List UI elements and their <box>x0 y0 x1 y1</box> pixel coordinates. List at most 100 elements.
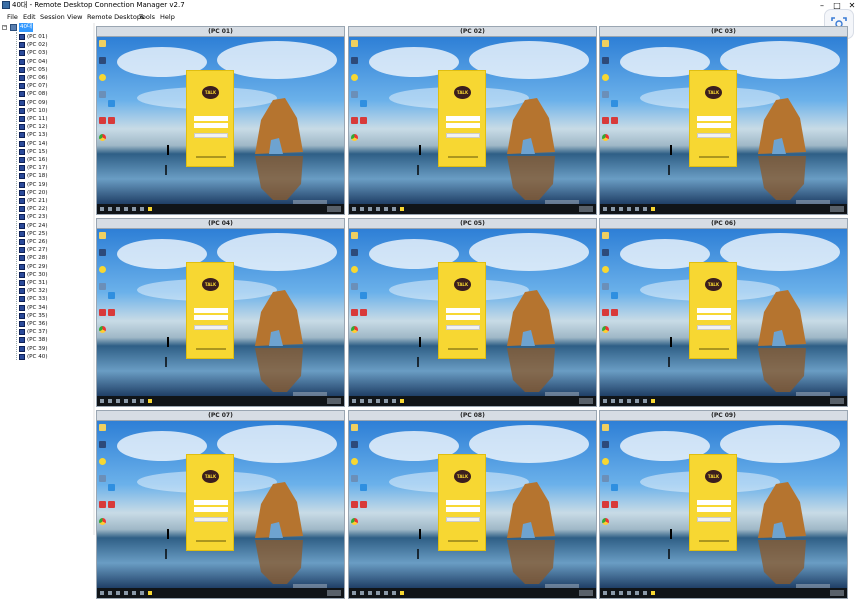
desktop-app-icon[interactable] <box>99 309 106 316</box>
kakaotalk-taskbar-icon[interactable] <box>651 591 655 595</box>
taskview-icon[interactable] <box>116 399 120 403</box>
remote-session-thumbnail[interactable]: (PC 07) TALK <box>96 410 345 599</box>
store-icon[interactable] <box>140 399 144 403</box>
remote-session-thumbnail[interactable]: (PC 02) TALK <box>348 26 597 215</box>
kakao-login-button[interactable] <box>194 517 228 522</box>
search-icon[interactable] <box>611 399 615 403</box>
remote-session-thumbnail[interactable]: (PC 01) TALK <box>96 26 345 215</box>
kakaotalk-taskbar-icon[interactable] <box>400 399 404 403</box>
desktop-app-icon[interactable] <box>99 57 106 64</box>
desktop-app-icon[interactable] <box>99 117 106 124</box>
search-icon[interactable] <box>611 591 615 595</box>
kakao-id-field[interactable] <box>697 308 731 313</box>
search-icon[interactable] <box>108 207 112 211</box>
kakaotalk-shortcut-icon[interactable] <box>351 458 358 465</box>
kakao-footer-links[interactable] <box>196 540 226 542</box>
desktop-app-icon[interactable] <box>360 501 367 508</box>
desktop-app-icon[interactable] <box>611 292 618 299</box>
kakao-password-field[interactable] <box>194 123 228 128</box>
kakao-password-field[interactable] <box>446 123 480 128</box>
start-icon[interactable] <box>100 591 104 595</box>
start-icon[interactable] <box>352 399 356 403</box>
kakao-login-button[interactable] <box>697 517 731 522</box>
desktop-app-icon[interactable] <box>99 475 106 482</box>
kakao-id-field[interactable] <box>194 308 228 313</box>
remote-session-thumbnail[interactable]: (PC 05) TALK <box>348 218 597 407</box>
desktop-app-icon[interactable] <box>360 100 367 107</box>
desktop-app-icon[interactable] <box>611 309 618 316</box>
start-icon[interactable] <box>352 207 356 211</box>
kakao-password-field[interactable] <box>194 507 228 512</box>
kakaotalk-taskbar-icon[interactable] <box>651 399 655 403</box>
edge-icon[interactable] <box>627 399 631 403</box>
desktop-app-icon[interactable] <box>351 57 358 64</box>
menu-session[interactable]: Session <box>40 11 65 23</box>
kakao-password-field[interactable] <box>697 315 731 320</box>
kakao-password-field[interactable] <box>697 123 731 128</box>
store-icon[interactable] <box>392 399 396 403</box>
desktop-folder-icon[interactable] <box>351 40 358 47</box>
edge-icon[interactable] <box>376 207 380 211</box>
kakaotalk-shortcut-icon[interactable] <box>602 266 609 273</box>
taskview-icon[interactable] <box>619 591 623 595</box>
chrome-icon[interactable] <box>351 518 358 525</box>
search-icon[interactable] <box>108 399 112 403</box>
desktop-app-icon[interactable] <box>602 283 609 290</box>
remote-session-thumbnail[interactable]: (PC 04) TALK <box>96 218 345 407</box>
desktop-app-icon[interactable] <box>351 309 358 316</box>
edge-icon[interactable] <box>376 399 380 403</box>
desktop-app-icon[interactable] <box>611 501 618 508</box>
kakaotalk-shortcut-icon[interactable] <box>99 458 106 465</box>
edge-icon[interactable] <box>376 591 380 595</box>
kakaotalk-taskbar-icon[interactable] <box>651 207 655 211</box>
desktop-app-icon[interactable] <box>108 501 115 508</box>
store-icon[interactable] <box>140 591 144 595</box>
desktop-folder-icon[interactable] <box>99 40 106 47</box>
explorer-icon[interactable] <box>635 207 639 211</box>
desktop-app-icon[interactable] <box>602 475 609 482</box>
kakao-footer-links[interactable] <box>448 156 478 158</box>
desktop-app-icon[interactable] <box>99 283 106 290</box>
kakaotalk-shortcut-icon[interactable] <box>602 458 609 465</box>
menu-edit[interactable]: Edit <box>23 11 36 23</box>
chrome-icon[interactable] <box>602 518 609 525</box>
remote-session-thumbnail[interactable]: (PC 09) TALK <box>599 410 848 599</box>
desktop-app-icon[interactable] <box>108 292 115 299</box>
menu-remote-desktops[interactable]: Remote Desktops <box>87 11 144 23</box>
group-label[interactable]: 40대 <box>19 23 34 32</box>
chrome-icon[interactable] <box>99 326 106 333</box>
panel-splitter[interactable] <box>93 23 95 535</box>
desktop-app-icon[interactable] <box>351 117 358 124</box>
search-icon[interactable] <box>360 399 364 403</box>
collapse-toggle-icon[interactable]: − <box>2 25 7 30</box>
kakao-footer-links[interactable] <box>448 348 478 350</box>
kakao-footer-links[interactable] <box>699 540 729 542</box>
desktop-app-icon[interactable] <box>99 91 106 98</box>
kakaotalk-shortcut-icon[interactable] <box>99 74 106 81</box>
start-icon[interactable] <box>603 207 607 211</box>
remote-desktop-screen[interactable]: TALK <box>349 421 596 588</box>
desktop-folder-icon[interactable] <box>99 424 106 431</box>
desktop-folder-icon[interactable] <box>602 232 609 239</box>
search-icon[interactable] <box>611 207 615 211</box>
kakao-id-field[interactable] <box>446 116 480 121</box>
kakao-login-button[interactable] <box>446 133 480 138</box>
edge-icon[interactable] <box>627 207 631 211</box>
menu-tools[interactable]: Tools <box>139 11 155 23</box>
desktop-app-icon[interactable] <box>611 484 618 491</box>
desktop-app-icon[interactable] <box>360 309 367 316</box>
store-icon[interactable] <box>392 207 396 211</box>
kakaotalk-shortcut-icon[interactable] <box>351 74 358 81</box>
desktop-app-icon[interactable] <box>360 484 367 491</box>
kakao-login-button[interactable] <box>194 133 228 138</box>
desktop-app-icon[interactable] <box>351 501 358 508</box>
search-icon[interactable] <box>108 591 112 595</box>
desktop-folder-icon[interactable] <box>602 424 609 431</box>
taskview-icon[interactable] <box>619 399 623 403</box>
chrome-icon[interactable] <box>351 326 358 333</box>
desktop-folder-icon[interactable] <box>351 424 358 431</box>
kakaotalk-taskbar-icon[interactable] <box>148 591 152 595</box>
taskview-icon[interactable] <box>116 591 120 595</box>
desktop-app-icon[interactable] <box>602 249 609 256</box>
desktop-app-icon[interactable] <box>602 441 609 448</box>
